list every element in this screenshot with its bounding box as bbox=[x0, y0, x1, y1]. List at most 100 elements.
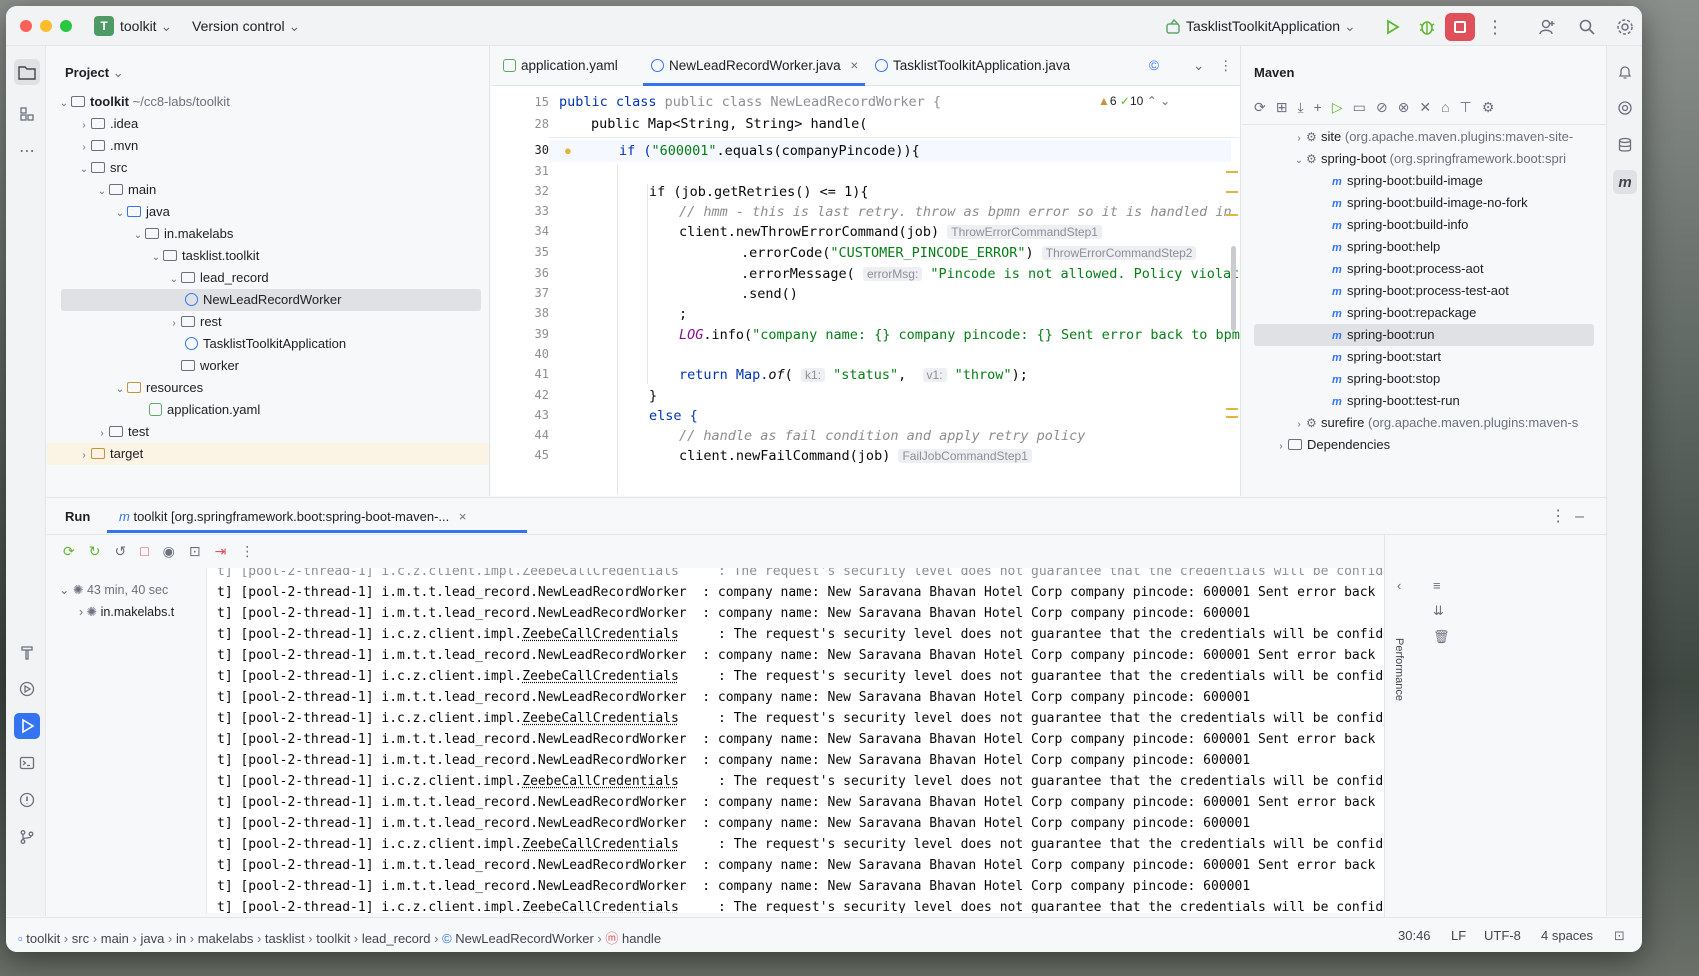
tree-item-src[interactable]: ⌄ src bbox=[47, 157, 489, 179]
warning-stripe[interactable] bbox=[1226, 214, 1238, 216]
collapse-icon[interactable]: ✕ bbox=[1419, 99, 1431, 116]
code-line-44[interactable]: // handle as fail condition and apply re… bbox=[679, 428, 1085, 444]
run-tool-icon[interactable] bbox=[14, 713, 40, 739]
run-panel-options-icon[interactable]: ⋮ – bbox=[1550, 506, 1584, 526]
prev-issue-icon[interactable]: ⌃ bbox=[1147, 94, 1157, 108]
editor-more-icon[interactable]: ⋮ bbox=[1219, 58, 1233, 74]
project-panel-title[interactable]: Project ⌄ bbox=[65, 65, 124, 81]
services-icon[interactable] bbox=[14, 676, 40, 702]
tab-newleadrecordworker[interactable]: NewLeadRecordWorker.java × bbox=[651, 58, 858, 73]
sticky-line-method[interactable]: public Map<String, String> handle( bbox=[591, 116, 867, 132]
code-line-32[interactable]: if (job.getRetries() <= 1){ bbox=[649, 184, 868, 200]
editor-scrollbar[interactable] bbox=[1231, 246, 1236, 331]
performance-tab[interactable]: Performance bbox=[1393, 638, 1405, 701]
breadcrumb-item[interactable]: handle bbox=[622, 931, 661, 946]
warning-stripe[interactable] bbox=[1226, 171, 1238, 173]
breadcrumb-item[interactable]: toolkit bbox=[26, 931, 60, 946]
code-line-36[interactable]: .errorMessage( errorMsg: "Pincode is not… bbox=[741, 266, 1240, 282]
settings-gear-icon[interactable] bbox=[1614, 16, 1636, 38]
tree-root[interactable]: ⌄ toolkit ~/cc8-labs/toolkit bbox=[47, 91, 489, 113]
maven-plugin-site[interactable]: › ⚙ site (org.apache.maven.plugins:maven-s… bbox=[1292, 126, 1573, 148]
console-output[interactable]: t] [pool-2-thread-1] i.c.z.client.impl.Z… bbox=[206, 568, 1384, 913]
maven-plugin-spring-boot[interactable]: ⌄ ⚙ spring-boot (org.springframework.boot:… bbox=[1292, 148, 1566, 170]
maven-settings-icon[interactable]: ⚙ bbox=[1482, 99, 1495, 116]
version-control-menu[interactable]: Version control ⌄ bbox=[192, 18, 300, 35]
run-config-selector[interactable]: TasklistToolkitApplication ⌄ bbox=[1186, 18, 1356, 35]
tree-item-application-yaml[interactable]: application.yaml bbox=[47, 399, 489, 421]
database-icon[interactable] bbox=[1613, 133, 1637, 157]
debug-button[interactable] bbox=[1416, 16, 1438, 38]
code-line-35[interactable]: .errorCode("CUSTOMER_PINCODE_ERROR") Thr… bbox=[741, 245, 1197, 261]
log-logger-link[interactable]: ZeebeCallCredentials bbox=[522, 900, 679, 913]
maven-goal[interactable]: m spring-boot:repackage bbox=[1332, 302, 1476, 324]
breadcrumb-item[interactable]: makelabs bbox=[198, 931, 254, 946]
skip-tests-icon[interactable]: ⊗ bbox=[1398, 99, 1410, 116]
warning-stripe[interactable] bbox=[1226, 408, 1238, 410]
maven-goal[interactable]: m spring-boot:build-image-no-fork bbox=[1332, 192, 1528, 214]
run-tree-child[interactable]: › ✺ in.makelabs.t bbox=[79, 604, 205, 619]
dump-threads-icon[interactable]: ⊡ bbox=[189, 543, 201, 560]
tree-item-test[interactable]: › test bbox=[47, 421, 489, 443]
code-line-33[interactable]: // hmm - this is last retry. throw as bp… bbox=[679, 204, 1240, 220]
tree-item-tasklisttoolkitapplication[interactable]: TasklistToolkitApplication bbox=[47, 333, 489, 355]
project-tool-folder-icon[interactable] bbox=[14, 59, 40, 85]
close-window-button[interactable] bbox=[20, 20, 32, 32]
breadcrumb-item[interactable]: in bbox=[176, 931, 186, 946]
maven-goal[interactable]: m spring-boot:start bbox=[1332, 346, 1441, 368]
scroll-to-end-icon[interactable]: ⇊ bbox=[1433, 603, 1450, 619]
collapse-left-icon[interactable]: ‹ bbox=[1397, 578, 1401, 593]
tree-item-rest[interactable]: › rest bbox=[47, 311, 489, 333]
add-icon[interactable]: + bbox=[1314, 99, 1322, 116]
run-maven-icon[interactable]: ▷ bbox=[1332, 99, 1343, 116]
more-icon[interactable]: ⋮ bbox=[240, 543, 254, 560]
project-badge[interactable]: T bbox=[94, 16, 114, 36]
tree-item-in-makelabs[interactable]: ⌄ in.makelabs bbox=[47, 223, 489, 245]
tab-tasklisttoolkitapplication[interactable]: TasklistToolkitApplication.java bbox=[875, 58, 1070, 73]
rerun-icon[interactable]: ⟳ bbox=[63, 543, 75, 560]
maven-dependencies[interactable]: › Dependencies bbox=[1274, 434, 1390, 456]
download-icon[interactable]: ⤓ bbox=[1297, 99, 1303, 116]
tree-item-tasklist-toolkit[interactable]: ⌄ tasklist.toolkit bbox=[47, 245, 489, 267]
code-line-30[interactable]: if ("600001".equals(companyPincode)){ bbox=[619, 143, 920, 159]
problems-icon[interactable] bbox=[14, 787, 40, 813]
dependencies-icon[interactable]: ⌂ bbox=[1441, 99, 1449, 116]
intention-bulb-icon[interactable]: ● bbox=[564, 143, 572, 158]
tree-item-mvn[interactable]: › .mvn bbox=[47, 135, 489, 157]
maven-goal[interactable]: m spring-boot:test-run bbox=[1332, 390, 1460, 412]
sticky-line-class[interactable]: public class public class NewLeadRecordW… bbox=[559, 94, 941, 110]
add-user-icon[interactable] bbox=[1536, 16, 1558, 38]
breadcrumb-item[interactable]: java bbox=[141, 931, 165, 946]
log-logger-link[interactable]: ZeebeCallCredentials bbox=[522, 669, 679, 684]
code-line-45[interactable]: client.newFailCommand(job) FailJobComman… bbox=[679, 448, 1032, 464]
tree-item-target[interactable]: › target bbox=[47, 443, 489, 465]
rerun-failed-icon[interactable]: ↻ bbox=[89, 543, 101, 560]
run-tree-root[interactable]: ⌄ ✺ 43 min, 40 sec bbox=[59, 582, 168, 597]
code-line-43[interactable]: else { bbox=[649, 408, 698, 424]
minimize-window-button[interactable] bbox=[40, 20, 52, 32]
generate-sources-icon[interactable]: ⊞ bbox=[1276, 99, 1288, 116]
restart-icon[interactable]: ↺ bbox=[114, 543, 126, 560]
maven-goal[interactable]: m spring-boot:process-test-aot bbox=[1332, 280, 1509, 302]
structure-icon[interactable] bbox=[14, 101, 40, 127]
file-encoding[interactable]: UTF-8 bbox=[1484, 928, 1521, 943]
ai-assistant-icon[interactable] bbox=[1613, 96, 1637, 120]
git-branch-icon[interactable] bbox=[14, 824, 40, 850]
close-tab-icon[interactable]: × bbox=[850, 58, 858, 73]
tabs-dropdown-icon[interactable]: ⌄ bbox=[1193, 58, 1204, 74]
code-line-39[interactable]: LOG.info("company name: {} company pinco… bbox=[679, 327, 1240, 343]
maven-goal[interactable]: m spring-boot:build-image bbox=[1332, 170, 1483, 192]
tree-item-newleadrecordworker[interactable]: NewLeadRecordWorker bbox=[61, 289, 481, 311]
stop-run-icon[interactable]: □ bbox=[140, 543, 148, 560]
breadcrumb-item[interactable]: toolkit bbox=[316, 931, 350, 946]
log-logger-link[interactable]: ZeebeCallCredentials bbox=[522, 627, 679, 642]
run-button[interactable] bbox=[1381, 16, 1403, 38]
code-line-42[interactable]: } bbox=[649, 388, 657, 404]
copilot-icon[interactable]: © bbox=[1149, 58, 1159, 73]
reload-icon[interactable]: ⟳ bbox=[1254, 99, 1266, 116]
breadcrumb-item[interactable]: tasklist bbox=[265, 931, 305, 946]
code-line-34[interactable]: client.newThrowErrorCommand(job) ThrowEr… bbox=[679, 224, 1102, 240]
maven-plugin-surefire[interactable]: › ⚙ surefire (org.apache.maven.plugins:mav… bbox=[1292, 412, 1578, 434]
zoom-window-button[interactable] bbox=[60, 20, 72, 32]
expand-all-icon[interactable]: ⊤ bbox=[1460, 99, 1472, 116]
tree-item-main[interactable]: ⌄ main bbox=[47, 179, 489, 201]
